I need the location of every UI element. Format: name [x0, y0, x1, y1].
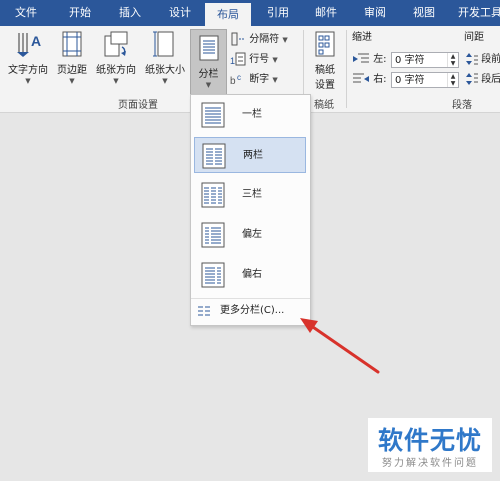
watermark-subtitle: 努力解决软件问题 — [382, 458, 478, 469]
watermark-title: 软件无忧 — [377, 426, 482, 455]
watermark: 软件无忧 努力解决软件问题 — [368, 418, 492, 472]
arrow-annotation-icon — [300, 318, 380, 374]
